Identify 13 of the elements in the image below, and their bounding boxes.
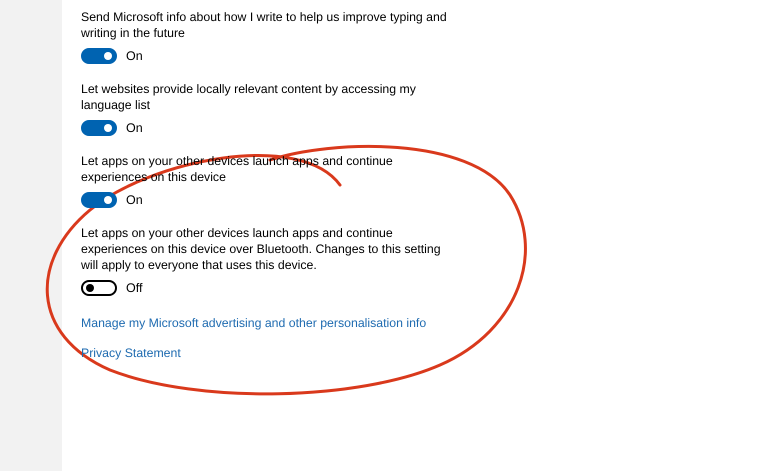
- toggle-switch[interactable]: [81, 120, 117, 136]
- toggle-state-label: Off: [126, 281, 142, 295]
- toggle-switch[interactable]: [81, 48, 117, 64]
- setting-description: Send Microsoft info about how I write to help us improve typing and writing in the future: [81, 9, 447, 41]
- toggle-state-label: On: [126, 49, 143, 63]
- setting-description: Let apps on your other devices launch apps and continue experiences on this device over Bluetooth. Changes to this setting will apply to everyone that uses this device.: [81, 225, 442, 273]
- setting-description: Let websites provide locally relevant content by accessing my language list: [81, 81, 417, 113]
- settings-link[interactable]: Privacy Statement: [81, 346, 181, 360]
- toggle-switch[interactable]: [81, 192, 117, 208]
- toggle-state-label: On: [126, 121, 143, 135]
- toggle-switch[interactable]: [81, 280, 117, 296]
- toggle-state-label: On: [126, 193, 143, 207]
- settings-link[interactable]: Manage my Microsoft advertising and other personalisation info: [81, 316, 426, 330]
